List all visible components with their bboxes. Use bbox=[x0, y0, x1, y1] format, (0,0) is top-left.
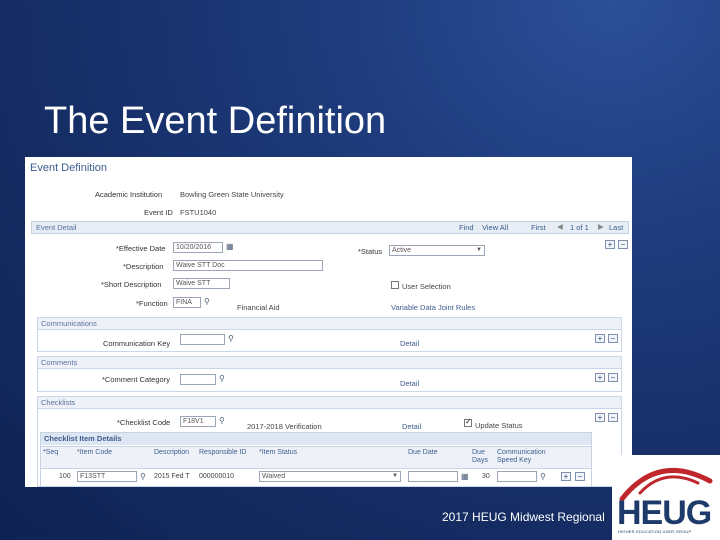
checklist-code-label: *Checklist Code bbox=[117, 418, 171, 427]
column-header-seq: *Seq bbox=[43, 449, 59, 456]
lookup-icon[interactable]: ⚲ bbox=[204, 298, 212, 306]
column-header-item-status: *Item Status bbox=[259, 449, 298, 456]
lookup-icon[interactable]: ⚲ bbox=[219, 375, 227, 383]
communication-key-label: Communication Key bbox=[103, 339, 171, 348]
communication-detail-link[interactable]: Detail bbox=[400, 339, 419, 348]
comment-category-field[interactable] bbox=[180, 374, 216, 385]
checklists-title: Checklists bbox=[38, 397, 621, 409]
lookup-icon[interactable]: ⚲ bbox=[228, 335, 236, 343]
user-selection-checkbox[interactable] bbox=[391, 281, 399, 289]
first-link[interactable]: First bbox=[531, 223, 546, 232]
column-header-speed-key: Communication Speed Key bbox=[497, 449, 546, 464]
comment-category-label: *Comment Category bbox=[102, 375, 170, 384]
description-label: *Description bbox=[123, 262, 164, 271]
event-id-label: Event ID bbox=[144, 208, 173, 217]
slide-title: The Event Definition bbox=[44, 100, 387, 142]
pager-text: 1 of 1 bbox=[570, 223, 589, 232]
grid-header-row: *Seq *Item Code Description Responsible … bbox=[41, 446, 591, 469]
event-id-value: FSTU1040 bbox=[180, 208, 217, 217]
cell-seq[interactable]: 100 bbox=[59, 473, 71, 480]
delete-row-icon[interactable]: − bbox=[608, 373, 618, 382]
cell-due-date[interactable] bbox=[408, 471, 458, 482]
update-status-checkbox[interactable] bbox=[464, 417, 472, 427]
heug-logo: HEUG HIGHER EDUCATION USER GROUP bbox=[612, 455, 720, 540]
logo-subtitle: HIGHER EDUCATION USER GROUP bbox=[618, 529, 692, 534]
table-row: 100 F13STT ⚲ 2015 Fed T 000000010 Waived… bbox=[41, 470, 591, 484]
checklist-item-grid: Checklist Item Details *Seq *Item Code D… bbox=[40, 432, 592, 487]
short-description-field[interactable]: Waive STT bbox=[173, 278, 230, 289]
view-all-link[interactable]: View All bbox=[482, 223, 508, 232]
cell-responsible-id[interactable]: 000000010 bbox=[199, 473, 234, 480]
prev-icon[interactable]: ◀ bbox=[557, 222, 563, 231]
cell-item-status: Waived bbox=[262, 473, 286, 480]
academic-institution-label: Academic Institution bbox=[95, 190, 163, 199]
event-detail-title: Event Detail bbox=[36, 223, 77, 232]
function-label: *Function bbox=[136, 299, 168, 308]
cell-description: 2015 Fed T bbox=[154, 473, 190, 480]
column-header-due-days: Due Days bbox=[472, 449, 488, 464]
add-row-icon[interactable]: + bbox=[595, 413, 605, 422]
status-select[interactable]: Active ▼ bbox=[389, 245, 485, 256]
function-description: Financial Aid bbox=[237, 303, 280, 312]
variable-data-joint-rules-link[interactable]: Variable Data Joint Rules bbox=[391, 303, 475, 312]
communication-key-field[interactable] bbox=[180, 334, 225, 345]
next-icon[interactable]: ▶ bbox=[598, 222, 604, 231]
status-value: Active bbox=[392, 247, 412, 254]
dropdown-arrow-icon: ▼ bbox=[392, 473, 398, 479]
cell-speed-key[interactable] bbox=[497, 471, 537, 482]
lookup-icon[interactable]: ⚲ bbox=[140, 473, 148, 481]
status-label: *Status bbox=[358, 247, 383, 256]
find-link[interactable]: Find bbox=[459, 223, 474, 232]
dropdown-arrow-icon: ▼ bbox=[476, 247, 482, 253]
calendar-icon[interactable]: ▦ bbox=[226, 243, 234, 251]
last-link[interactable]: Last bbox=[609, 223, 623, 232]
column-header-item-code: *Item Code bbox=[77, 449, 113, 456]
user-selection-label: User Selection bbox=[402, 282, 451, 291]
add-row-icon[interactable]: + bbox=[605, 240, 615, 249]
short-description-label: *Short Description bbox=[101, 280, 162, 289]
lookup-icon[interactable]: ⚲ bbox=[219, 417, 227, 425]
item-status-select[interactable]: Waived ▼ bbox=[259, 471, 401, 482]
delete-row-icon[interactable]: − bbox=[618, 240, 628, 249]
description-field[interactable]: Waive STT Doc bbox=[173, 260, 323, 271]
communications-title: Communications bbox=[38, 318, 621, 330]
add-row-icon[interactable]: + bbox=[595, 334, 605, 343]
page-title: Event Definition bbox=[30, 162, 108, 174]
logo-text: HEUG bbox=[617, 494, 712, 532]
comments-title: Comments bbox=[38, 357, 621, 369]
effective-date-field[interactable]: 10/20/2016 bbox=[173, 242, 223, 253]
effective-date-label: *Effective Date bbox=[116, 244, 166, 253]
add-row-icon[interactable]: + bbox=[595, 373, 605, 382]
slide-footer: 2017 HEUG Midwest Regional bbox=[442, 510, 605, 524]
checklist-code-field[interactable]: F18V1 bbox=[180, 416, 216, 427]
checklist-detail-link[interactable]: Detail bbox=[402, 422, 421, 431]
event-definition-screenshot: Event Definition Academic Institution Bo… bbox=[25, 157, 632, 487]
checklist-code-description: 2017-2018 Verification bbox=[247, 422, 322, 431]
delete-row-icon[interactable]: − bbox=[608, 413, 618, 422]
academic-institution-value: Bowling Green State University bbox=[180, 190, 284, 199]
add-row-icon[interactable]: + bbox=[561, 472, 571, 481]
lookup-icon[interactable]: ⚲ bbox=[540, 473, 548, 481]
column-header-due-date: Due Date bbox=[408, 449, 438, 456]
comments-section: Comments bbox=[37, 356, 622, 392]
function-field[interactable]: FINA bbox=[173, 297, 201, 308]
delete-row-icon[interactable]: − bbox=[575, 472, 585, 481]
delete-row-icon[interactable]: − bbox=[608, 334, 618, 343]
calendar-icon[interactable]: ▦ bbox=[461, 473, 469, 481]
update-status-label: Update Status bbox=[475, 421, 523, 430]
column-header-description: Description bbox=[154, 449, 190, 456]
cell-due-days[interactable]: 30 bbox=[482, 473, 490, 480]
cell-item-code[interactable]: F13STT bbox=[77, 471, 137, 482]
column-header-responsible-id: Responsible ID bbox=[199, 449, 247, 456]
comment-detail-link[interactable]: Detail bbox=[400, 379, 419, 388]
checklist-item-details-title: Checklist Item Details bbox=[41, 433, 591, 445]
